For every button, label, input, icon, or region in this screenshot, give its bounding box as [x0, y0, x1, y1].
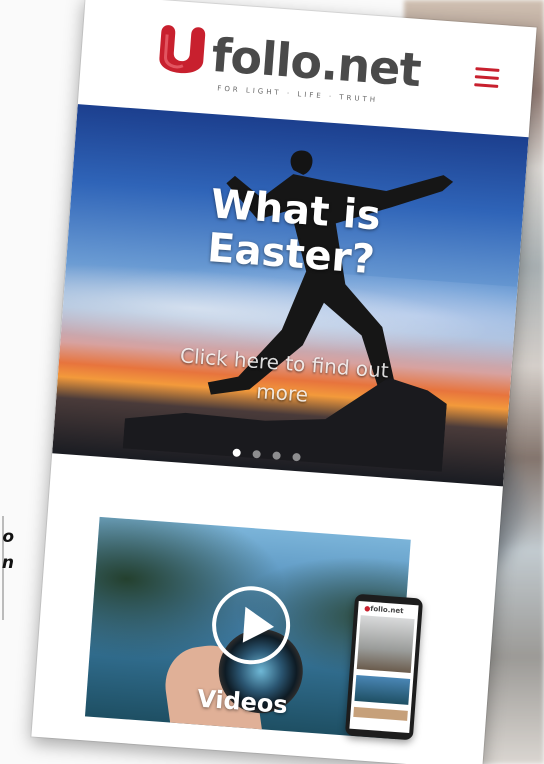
mobile-page-card: follo.net FOR LIGHT · LIFE · TRUTH What …: [31, 0, 537, 764]
logo-u-mark-icon: [152, 18, 214, 80]
mini-phone-mockup: ●follo.net: [344, 593, 424, 741]
site-logo[interactable]: follo.net: [152, 18, 423, 97]
slider-dot-3[interactable]: [272, 451, 281, 460]
cropped-side-text: o n: [0, 524, 16, 604]
mini-bottom-image: [353, 706, 408, 721]
cropped-text-line-2: n: [1, 553, 14, 573]
jumping-man-silhouette: [122, 150, 454, 472]
hero-title: What is Easter?: [206, 181, 412, 284]
hero-slider[interactable]: What is Easter? Click here to find out m…: [52, 104, 529, 487]
slider-dot-4[interactable]: [292, 452, 301, 462]
screenshot-stage: o n follo.net FOR LIGHT · LIFE · TRUTH W…: [0, 0, 544, 764]
cropped-text-line-1: o: [2, 527, 14, 547]
slider-dot-2[interactable]: [252, 449, 261, 459]
hamburger-menu-icon[interactable]: [474, 67, 500, 89]
mini-logo-text: follo.net: [370, 604, 404, 616]
mini-video-image: [354, 674, 411, 705]
slider-dot-1[interactable]: [232, 448, 241, 458]
mini-hero-image: [356, 615, 415, 673]
mini-logo: ●follo.net: [363, 604, 404, 616]
mini-phone-screen: ●follo.net: [349, 600, 419, 734]
